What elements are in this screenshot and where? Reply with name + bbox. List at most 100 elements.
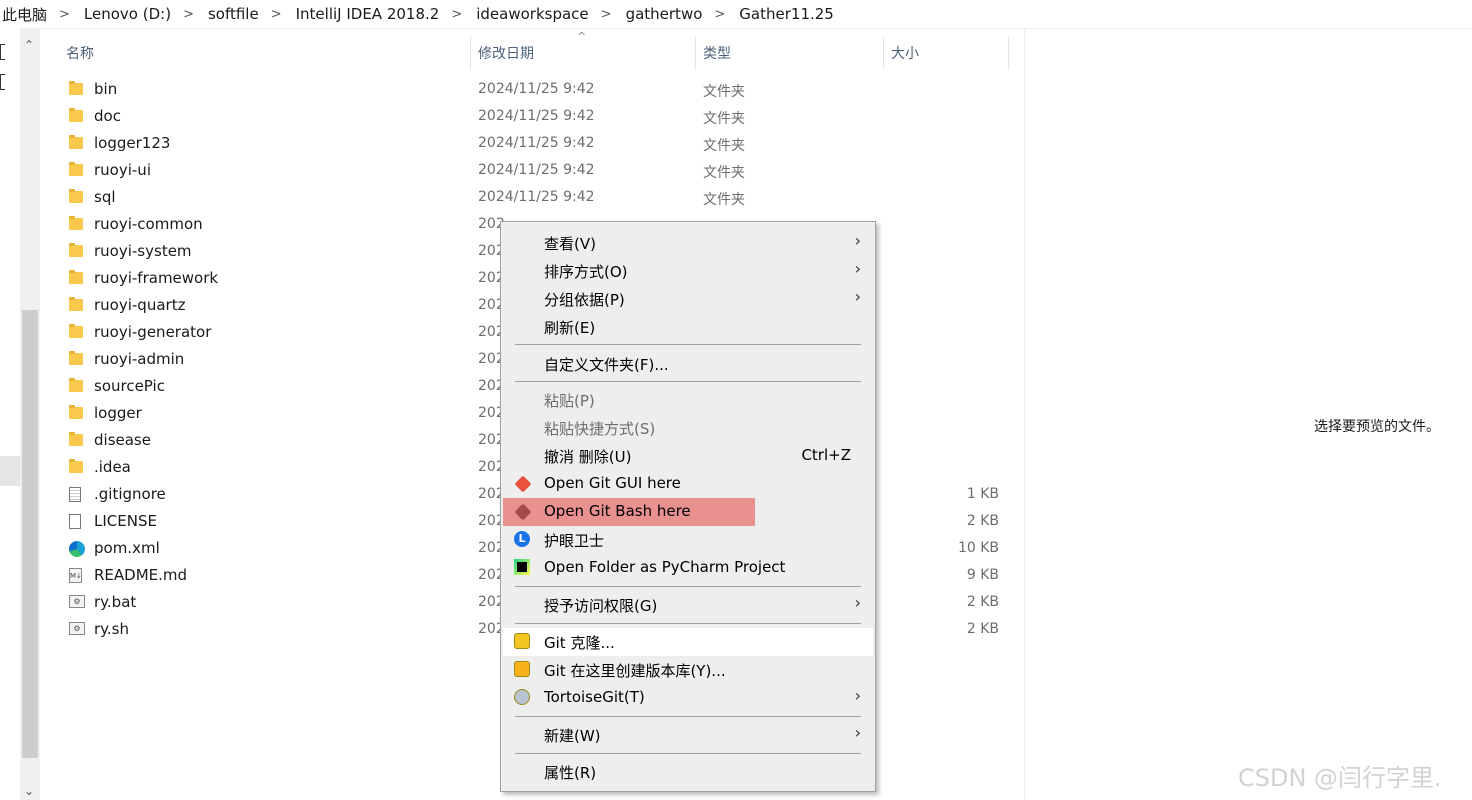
column-divider[interactable] [695,36,696,70]
pycharm-icon [514,559,532,577]
navigation-pane [0,28,20,800]
list-item[interactable]: bin 2024/11/25 9:42 文件夹 [66,77,1016,104]
scroll-down-icon[interactable]: ⌄ [24,784,34,798]
file-name: .gitignore [94,485,166,503]
chevron-right-icon: › [854,593,861,612]
menu-item-label: 粘贴快捷方式(S) [544,420,656,438]
nav-expander[interactable] [0,74,5,90]
batch-file-icon: ⚙ [69,595,85,611]
file-name: sourcePic [94,377,165,395]
column-header-size[interactable]: 大小 [891,38,919,68]
list-item[interactable]: sql 2024/11/25 9:42 文件夹 [66,185,1016,212]
scrollbar-thumb[interactable] [22,310,38,758]
breadcrumb-item[interactable]: Gather11.25 [737,5,834,23]
git-icon [514,503,532,521]
file-name: README.md [94,566,188,584]
menu-item-tortoisegit[interactable]: TortoiseGit(T) › [503,684,873,712]
menu-item-view[interactable]: 查看(V) › [503,229,873,257]
menu-item-sort[interactable]: 排序方式(O) › [503,257,873,285]
chevron-right-icon: › [854,231,861,250]
list-item[interactable]: doc 2024/11/25 9:42 文件夹 [66,104,1016,131]
menu-item-properties[interactable]: 属性(R) [503,758,873,786]
preview-divider[interactable] [1024,28,1025,800]
column-header-name[interactable]: 名称 [66,38,94,68]
file-size: 1 KB [966,486,999,502]
breadcrumb-item[interactable]: softfile [206,5,259,23]
menu-item-paste-shortcut[interactable]: 粘贴快捷方式(S) [503,414,873,442]
column-divider[interactable] [883,36,884,70]
breadcrumb: 此电脑 > Lenovo (D:) > softfile > IntelliJ … [0,0,1472,29]
menu-item-paste[interactable]: 粘贴(P) [503,386,873,414]
file-name: .idea [94,458,131,476]
menu-item-label: Git 克隆... [544,634,615,652]
chevron-right-icon: > [59,6,70,22]
menu-separator [515,381,861,382]
nav-selected-item[interactable] [0,456,20,486]
folder-icon [69,432,85,449]
breadcrumb-item[interactable]: IntelliJ IDEA 2018.2 [294,5,440,23]
shortcut-label: Ctrl+Z [801,446,851,464]
folder-icon [69,108,85,125]
menu-item-label: 刷新(E) [544,319,596,337]
file-size: 2 KB [966,594,999,610]
folder-icon [69,378,85,395]
breadcrumb-item[interactable]: 此电脑 [0,4,47,25]
menu-item-label: 查看(V) [544,235,596,253]
list-item[interactable]: ruoyi-ui 2024/11/25 9:42 文件夹 [66,158,1016,185]
column-header-date[interactable]: 修改日期 [478,38,534,68]
scroll-up-icon[interactable]: ⌃ [24,38,34,52]
file-name: ruoyi-quartz [94,296,186,314]
file-size: 2 KB [966,621,999,637]
nav-expander[interactable] [0,44,5,60]
menu-item-new[interactable]: 新建(W) › [503,721,873,749]
menu-item-refresh[interactable]: 刷新(E) [503,313,873,341]
column-divider[interactable] [1008,36,1009,70]
file-name: ruoyi-system [94,242,192,260]
file-date: 2024/11/25 9:42 [478,189,595,205]
folder-icon [69,297,85,314]
menu-item-label: 分组依据(P) [544,291,625,309]
menu-item-undo-delete[interactable]: 撤消 删除(U) Ctrl+Z [503,442,873,470]
breadcrumb-item[interactable]: Lenovo (D:) [82,5,171,23]
menu-item-git-bash[interactable]: Open Git Bash here [503,498,755,526]
list-item[interactable]: logger123 2024/11/25 9:42 文件夹 [66,131,1016,158]
menu-item-git-gui[interactable]: Open Git GUI here [503,470,873,498]
menu-item-label: Open Folder as PyCharm Project [544,558,786,576]
file-size: 2 KB [966,513,999,529]
menu-item-pycharm[interactable]: Open Folder as PyCharm Project [503,554,873,582]
column-header-type[interactable]: 类型 [703,38,731,68]
file-date: 2024/11/25 9:42 [478,135,595,151]
menu-item-label: Git 在这里创建版本库(Y)... [544,662,726,680]
breadcrumb-item[interactable]: ideaworkspace [474,5,588,23]
menu-item-label: 排序方式(O) [544,263,628,281]
watermark: CSDN @闫行字里. [1238,764,1442,792]
menu-item-customize-folder[interactable]: 自定义文件夹(F)... [503,350,873,378]
breadcrumb-item[interactable]: gathertwo [624,5,703,23]
folder-icon [69,135,85,152]
menu-item-git-clone[interactable]: Git 克隆... [503,628,873,656]
menu-item-label: 撤消 删除(U) [544,448,632,466]
tortoisegit-create-icon [514,661,532,679]
nav-scrollbar[interactable]: ⌃ ⌄ [20,28,40,800]
file-name: ruoyi-common [94,215,203,233]
file-name: disease [94,431,151,449]
file-name: ruoyi-ui [94,161,151,179]
menu-item-eye-guard[interactable]: L 护眼卫士 [503,526,873,554]
preview-message: 选择要预览的文件。 [1314,419,1440,435]
column-divider[interactable] [470,36,471,70]
menu-item-group[interactable]: 分组依据(P) › [503,285,873,313]
batch-file-icon: ⚙ [69,622,85,638]
menu-item-label: 属性(R) [544,764,597,782]
menu-item-label: 新建(W) [544,727,601,745]
chevron-right-icon: > [600,6,612,22]
folder-icon [69,81,85,98]
tortoisegit-clone-icon [514,633,532,651]
chevron-right-icon: > [183,6,194,22]
eye-guard-icon: L [514,531,532,549]
menu-item-label: 粘贴(P) [544,392,595,410]
file-name: ruoyi-generator [94,323,212,341]
menu-item-grant-access[interactable]: 授予访问权限(G) › [503,591,873,619]
menu-item-git-create-repo[interactable]: Git 在这里创建版本库(Y)... [503,656,873,684]
chevron-right-icon: › [854,259,861,278]
folder-icon [69,243,85,260]
